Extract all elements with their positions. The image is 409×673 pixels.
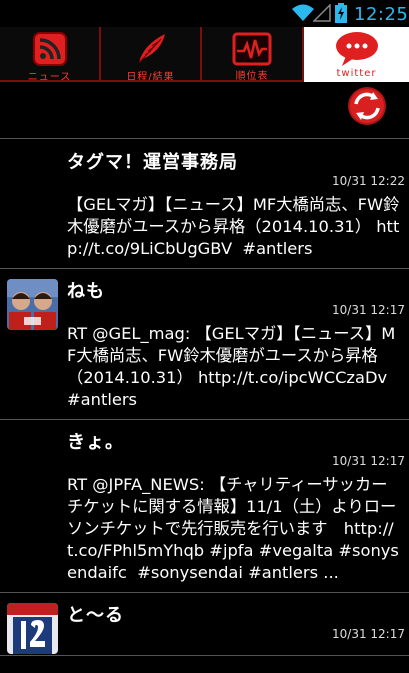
tweet-timestamp: 10/31 12:17 xyxy=(332,303,405,317)
speech-bubble-icon xyxy=(335,32,378,66)
tweet-author: きょ。 xyxy=(67,432,124,453)
tab-standings-label: 順位表 xyxy=(235,71,269,82)
tweet-text: RT @JPFA_NEWS: 【チャリティーサッカーチケットに関する情報】11/… xyxy=(67,475,399,582)
tab-standings[interactable]: 順位表 xyxy=(202,27,304,82)
tweet-author: タグマ！運営事務局 xyxy=(67,152,238,173)
wifi-icon xyxy=(292,4,314,21)
tweet-item[interactable]: きょ。 10/31 12:17 RT @JPFA_NEWS: 【チャリティーサッ… xyxy=(0,420,409,593)
avatar-image xyxy=(7,603,58,654)
tab-news[interactable]: ニュース xyxy=(0,27,101,83)
avatar[interactable] xyxy=(7,603,58,654)
tweet-item[interactable]: と〜る 10/31 12:17 xyxy=(0,593,409,656)
avatar[interactable] xyxy=(7,279,58,330)
tweet-text xyxy=(67,645,401,655)
tab-bar: ニュース 日程/結果 順位表 twitter xyxy=(0,27,409,83)
battery-charging-icon xyxy=(335,3,347,23)
tweet-text: RT @GEL_mag: 【GELマガ】【ニュース】MF大橋尚志、FW鈴木優磨が… xyxy=(67,324,398,409)
tab-twitter[interactable]: twitter xyxy=(304,27,409,82)
feather-icon xyxy=(138,34,165,64)
tab-twitter-label: twitter xyxy=(336,68,377,79)
toolbar xyxy=(0,82,409,139)
tweet-timestamp: 10/31 12:17 xyxy=(332,627,405,641)
rss-icon xyxy=(32,32,67,66)
tweet-item[interactable]: タグマ！運営事務局 10/31 12:22 【GELマガ】【ニュース】MF大橋尚… xyxy=(0,140,409,269)
clock: 12:25 xyxy=(354,4,409,25)
tab-schedule[interactable]: 日程/結果 xyxy=(101,27,202,83)
tweet-text: 【GELマガ】【ニュース】MF大橋尚志、FW鈴木優磨がユースから昇格（2014.… xyxy=(67,195,400,258)
tab-schedule-label: 日程/結果 xyxy=(126,72,175,83)
tweet-timestamp: 10/31 12:17 xyxy=(332,454,405,468)
status-bar: 12:25 xyxy=(0,0,409,27)
tab-news-label: ニュース xyxy=(27,72,72,83)
avatar-image xyxy=(7,279,58,330)
tweet-author: ねも xyxy=(67,281,105,302)
pulse-chart-icon xyxy=(232,32,272,65)
tweet-feed[interactable]: タグマ！運営事務局 10/31 12:22 【GELマガ】【ニュース】MF大橋尚… xyxy=(0,140,409,673)
tweet-item[interactable]: ねも 10/31 12:17 RT @GEL_mag: 【GELマガ】【ニュース… xyxy=(0,269,409,420)
tweet-author: と〜る xyxy=(67,605,124,626)
refresh-icon[interactable] xyxy=(347,86,387,126)
signal-icon xyxy=(313,4,331,22)
tweet-timestamp: 10/31 12:22 xyxy=(332,174,405,188)
